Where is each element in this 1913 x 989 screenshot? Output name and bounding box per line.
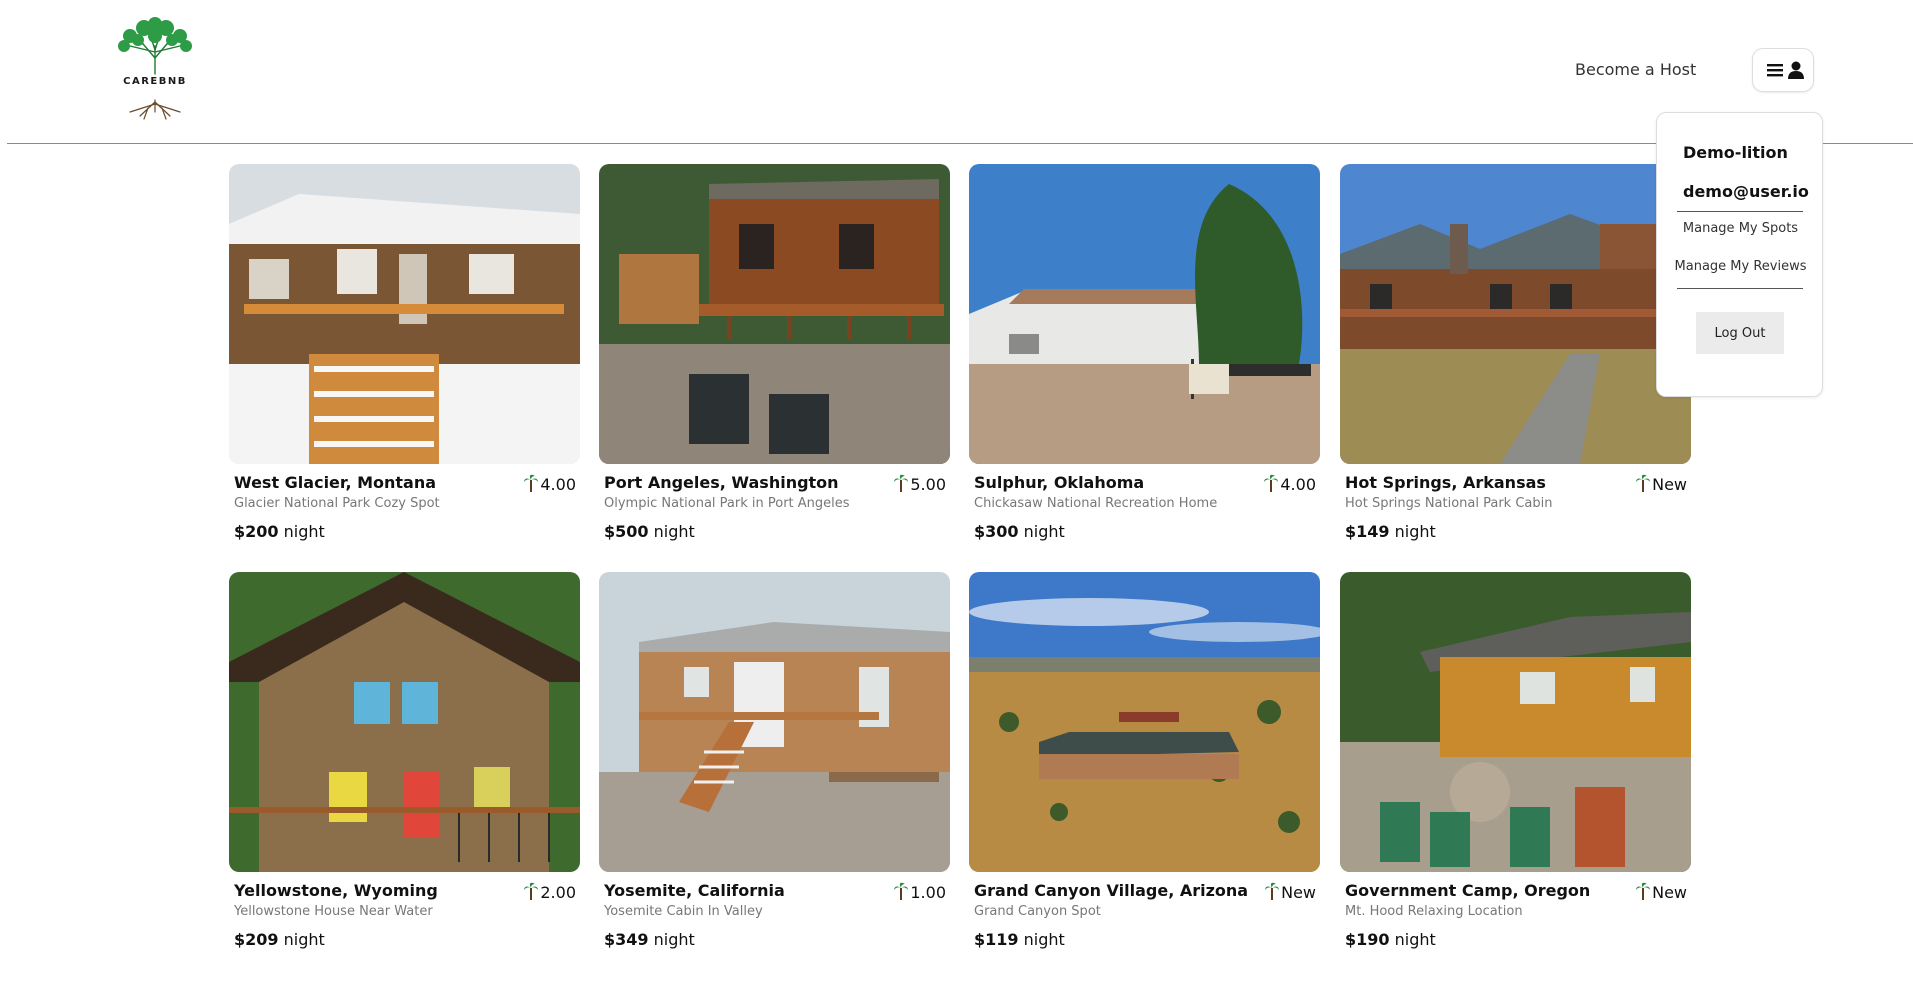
spot-rating: 4.00 [1263,474,1316,494]
spot-card[interactable]: Government Camp, Oregon New Mt. Hood Rel… [1340,572,1691,949]
spot-description: Mt. Hood Relaxing Location [1345,904,1523,919]
spot-image [599,164,950,464]
spot-rating: New [1264,882,1316,902]
spot-card[interactable]: West Glacier, Montana 4.00 Glacier Natio… [229,164,580,541]
spot-description: Yellowstone House Near Water [234,904,433,919]
spot-price-value: $200 [234,522,279,541]
spot-rating-value: 2.00 [540,883,576,902]
dropdown-email: demo@user.io [1683,182,1809,201]
spot-price-value: $300 [974,522,1019,541]
palm-tree-icon [1636,474,1651,492]
spot-description: Glacier National Park Cozy Spot [234,496,440,511]
spot-rating: 4.00 [523,474,576,494]
user-icon [1788,61,1804,79]
site-header: CAREBNB Become a Host [0,0,1913,143]
night-label: night [1023,522,1065,541]
spot-rating: New [1635,882,1687,902]
spot-price: $190 night [1345,930,1436,949]
spot-price-value: $209 [234,930,279,949]
night-label: night [1394,522,1436,541]
spot-rating: New [1635,474,1687,494]
palm-tree-icon [894,474,909,492]
spot-image [1340,164,1691,464]
hamburger-icon [1767,64,1783,77]
spot-rating-value: 5.00 [910,475,946,494]
spot-description: Yosemite Cabin In Valley [604,904,763,919]
spot-card[interactable]: Hot Springs, Arkansas New Hot Springs Na… [1340,164,1691,541]
logo-text: CAREBNB [123,76,187,87]
night-label: night [653,930,695,949]
spot-rating: 1.00 [893,882,946,902]
spot-image [229,572,580,872]
become-host-link[interactable]: Become a Host [1575,60,1696,79]
profile-dropdown: Demo-lition demo@user.io Manage My Spots… [1656,112,1823,397]
night-label: night [1394,930,1436,949]
spot-price-value: $500 [604,522,649,541]
spot-image [969,572,1320,872]
palm-tree-icon [1265,882,1280,900]
spot-price: $500 night [604,522,695,541]
night-label: night [283,930,325,949]
spot-title: Hot Springs, Arkansas [1345,473,1546,492]
spot-description: Grand Canyon Spot [974,904,1101,919]
spot-price: $149 night [1345,522,1436,541]
spot-price-value: $190 [1345,930,1390,949]
palm-tree-icon [1264,474,1279,492]
spot-price: $200 night [234,522,325,541]
dropdown-divider [1677,288,1803,289]
spot-title: Yellowstone, Wyoming [234,881,438,900]
logout-button[interactable]: Log Out [1696,312,1784,354]
spot-description: Hot Springs National Park Cabin [1345,496,1553,511]
spot-rating-value: New [1652,475,1687,494]
spot-rating: 2.00 [523,882,576,902]
spot-rating-value: New [1652,883,1687,902]
spot-price-value: $349 [604,930,649,949]
spot-title: Government Camp, Oregon [1345,881,1591,900]
tree-logo-icon [118,17,192,120]
spot-title: Yosemite, California [604,881,785,900]
spot-price: $349 night [604,930,695,949]
spot-rating: 5.00 [893,474,946,494]
spot-card[interactable]: Yellowstone, Wyoming 2.00 Yellowstone Ho… [229,572,580,949]
dropdown-divider [1677,211,1803,212]
spot-image [229,164,580,464]
palm-tree-icon [524,474,539,492]
spot-title: West Glacier, Montana [234,473,437,492]
spot-price: $209 night [234,930,325,949]
spot-price: $300 night [974,522,1065,541]
spot-title: Sulphur, Oklahoma [974,473,1145,492]
manage-spots-link[interactable]: Manage My Spots [1657,221,1824,236]
spot-card[interactable]: Yosemite, California 1.00 Yosemite Cabin… [599,572,950,949]
spot-rating-value: 1.00 [910,883,946,902]
spot-card[interactable]: Port Angeles, Washington 5.00 Olympic Na… [599,164,950,541]
profile-menu-button[interactable] [1752,48,1814,92]
spot-card[interactable]: Grand Canyon Village, Arizona New Grand … [969,572,1320,949]
palm-tree-icon [1636,882,1651,900]
spot-image [969,164,1320,464]
spot-price: $119 night [974,930,1065,949]
spot-description: Chickasaw National Recreation Home [974,496,1218,511]
spot-price-value: $149 [1345,522,1390,541]
spot-image [599,572,950,872]
night-label: night [1023,930,1065,949]
spot-rating-value: 4.00 [1280,475,1316,494]
manage-reviews-link[interactable]: Manage My Reviews [1657,259,1824,274]
spot-title: Port Angeles, Washington [604,473,839,492]
logo[interactable]: CAREBNB [100,16,210,120]
spot-card[interactable]: Sulphur, Oklahoma 4.00 Chickasaw Nationa… [969,164,1320,541]
palm-tree-icon [524,882,539,900]
spot-price-value: $119 [974,930,1019,949]
spot-image [1340,572,1691,872]
spot-description: Olympic National Park in Port Angeles [604,496,850,511]
spot-rating-value: 4.00 [540,475,576,494]
palm-tree-icon [894,882,909,900]
night-label: night [283,522,325,541]
header-divider [7,143,1913,144]
spot-rating-value: New [1281,883,1316,902]
spot-title: Grand Canyon Village, Arizona [974,881,1249,900]
night-label: night [653,522,695,541]
dropdown-username: Demo-lition [1683,143,1788,162]
